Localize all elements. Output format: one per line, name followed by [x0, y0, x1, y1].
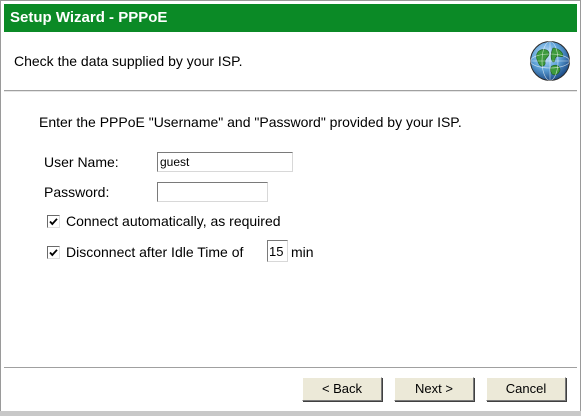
password-input[interactable]	[157, 182, 268, 202]
disconnect-idle-label: Disconnect after Idle Time of	[66, 244, 244, 260]
idle-time-unit: min	[291, 244, 314, 260]
wizard-header: Check the data supplied by your ISP.	[4, 32, 577, 91]
username-label: User Name:	[44, 154, 119, 170]
next-button[interactable]: Next >	[394, 377, 474, 401]
idle-time-input[interactable]	[267, 240, 288, 262]
disconnect-idle-checkbox[interactable]	[47, 246, 60, 259]
username-input[interactable]	[157, 152, 293, 172]
checkmark-icon	[49, 249, 58, 257]
back-button[interactable]: < Back	[302, 377, 382, 401]
header-text: Check the data supplied by your ISP.	[14, 53, 243, 69]
title-bar: Setup Wizard - PPPoE	[4, 4, 577, 32]
cancel-button[interactable]: Cancel	[486, 377, 566, 401]
globe-icon	[530, 41, 570, 81]
setup-wizard-window: Setup Wizard - PPPoE Check the data supp…	[0, 0, 581, 416]
wizard-footer: < Back Next > Cancel	[4, 368, 577, 412]
wizard-content: Enter the PPPoE "Username" and "Password…	[4, 92, 577, 367]
connect-auto-checkbox[interactable]	[47, 215, 60, 228]
checkmark-icon	[49, 218, 58, 226]
window-bottom-edge	[0, 411, 581, 416]
password-label: Password:	[44, 184, 110, 200]
window-title: Setup Wizard - PPPoE	[10, 9, 168, 26]
instruction-text: Enter the PPPoE "Username" and "Password…	[39, 114, 462, 130]
connect-auto-label: Connect automatically, as required	[66, 213, 281, 229]
